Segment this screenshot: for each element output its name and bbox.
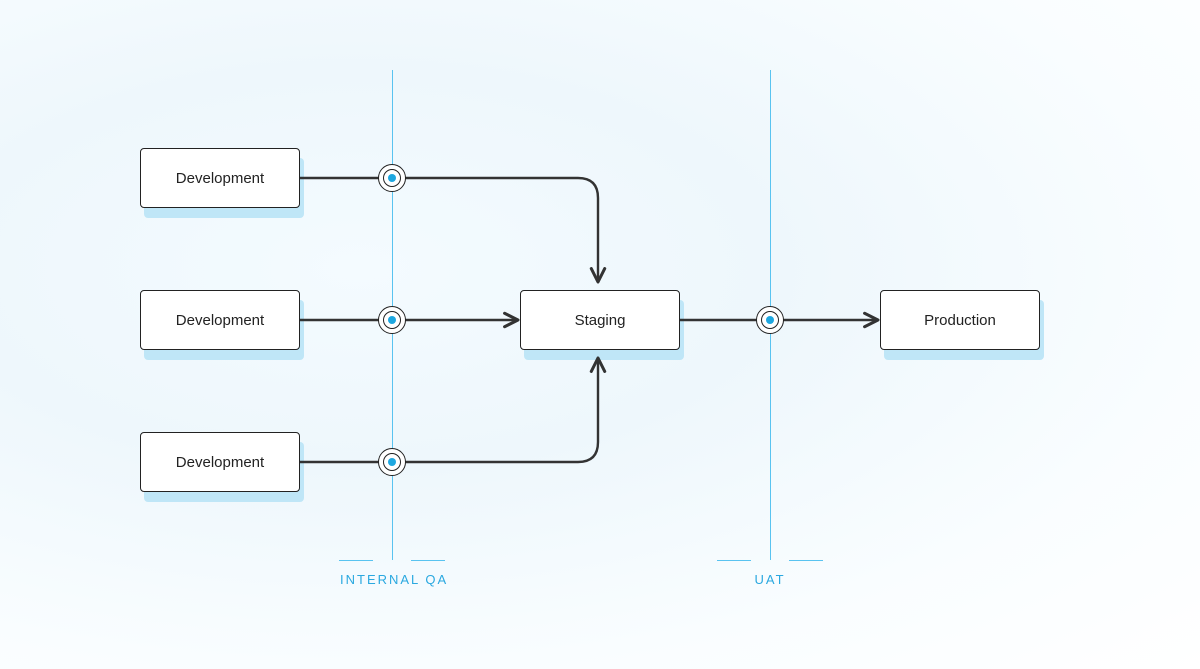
gate-icon — [378, 448, 406, 476]
lane-tick-uat-right — [789, 560, 823, 561]
diagram-canvas: INTERNAL QA UAT Development — [0, 0, 1200, 669]
node-label: Development — [176, 454, 264, 471]
node-development-1: Development — [140, 148, 300, 208]
node-staging: Staging — [520, 290, 680, 350]
gate-icon — [378, 306, 406, 334]
lane-tick-uat-left — [717, 560, 751, 561]
node-label: Development — [176, 312, 264, 329]
node-label: Production — [924, 312, 996, 329]
node-production: Production — [880, 290, 1040, 350]
node-development-2: Development — [140, 290, 300, 350]
lane-tick-internal-qa-left — [339, 560, 373, 561]
gate-icon — [756, 306, 784, 334]
node-label: Staging — [575, 312, 626, 329]
node-development-3: Development — [140, 432, 300, 492]
node-label: Development — [176, 170, 264, 187]
lane-tick-internal-qa-right — [411, 560, 445, 561]
lane-label-internal-qa: INTERNAL QA — [340, 572, 444, 587]
gate-icon — [378, 164, 406, 192]
lane-label-uat: UAT — [747, 572, 793, 587]
